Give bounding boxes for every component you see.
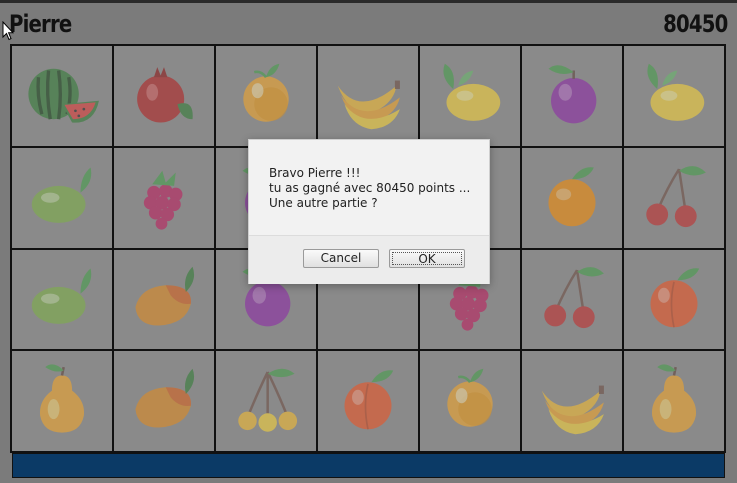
board-cell[interactable] — [521, 45, 623, 147]
board-cell[interactable] — [113, 350, 215, 452]
apricot-icon — [224, 52, 308, 140]
top-border — [0, 0, 737, 3]
board-cell[interactable] — [11, 350, 113, 452]
board-cell[interactable] — [317, 350, 419, 452]
mango-icon — [122, 357, 206, 445]
player-name: Pierre — [9, 10, 72, 38]
board-cell[interactable] — [317, 45, 419, 147]
cancel-button[interactable]: Cancel — [303, 249, 379, 268]
dialog-line-2: tu as gagné avec 80450 points ... — [269, 181, 471, 195]
dialog-footer: Cancel OK — [249, 235, 489, 284]
lemon-icon — [428, 52, 512, 140]
board-cell[interactable] — [215, 45, 317, 147]
peach-icon — [326, 357, 410, 445]
board-cell[interactable] — [11, 146, 113, 249]
plum-icon — [530, 52, 614, 140]
banana-icon — [326, 52, 410, 140]
orange-icon — [530, 154, 614, 242]
dialog-line-3: Une autre partie ? — [269, 196, 378, 210]
lime-icon — [20, 255, 104, 343]
dialog-message: Bravo Pierre !!! tu as gagné avec 80450 … — [249, 140, 489, 234]
pear-icon — [632, 357, 716, 445]
board-cell[interactable] — [521, 350, 623, 452]
board-cell[interactable] — [623, 45, 725, 147]
pear-icon — [20, 357, 104, 445]
lemon-icon — [632, 52, 716, 140]
watermelon-icon — [20, 52, 104, 140]
yellow-cherry-icon — [224, 357, 308, 445]
board-cell[interactable] — [623, 146, 725, 249]
mouse-cursor-icon — [2, 21, 14, 41]
dialog-line-1: Bravo Pierre !!! — [269, 166, 361, 180]
mango-icon — [122, 255, 206, 343]
board-cell[interactable] — [11, 45, 113, 147]
board-cell[interactable] — [419, 350, 521, 452]
cherry-icon — [632, 154, 716, 242]
board-cell[interactable] — [623, 350, 725, 452]
board-cell[interactable] — [113, 45, 215, 147]
ok-button-label: OK — [392, 252, 462, 266]
board-cell[interactable] — [521, 146, 623, 249]
ok-button[interactable]: OK — [389, 249, 465, 268]
board-cell[interactable] — [215, 350, 317, 452]
peach-icon — [632, 255, 716, 343]
board-cell[interactable] — [623, 248, 725, 351]
confirm-dialog: Bravo Pierre !!! tu as gagné avec 80450 … — [248, 139, 490, 284]
board-cell[interactable] — [11, 248, 113, 351]
board-cell[interactable] — [113, 146, 215, 249]
raspberry-icon — [122, 154, 206, 242]
lime-icon — [20, 154, 104, 242]
board-cell[interactable] — [113, 248, 215, 351]
pomegranate-icon — [122, 52, 206, 140]
board-cell[interactable] — [419, 45, 521, 147]
board-cell[interactable] — [521, 248, 623, 351]
apricot-icon — [428, 357, 512, 445]
banana-icon — [530, 357, 614, 445]
progress-bar — [12, 453, 725, 478]
cherry-icon — [530, 255, 614, 343]
score-value: 80450 — [662, 10, 728, 38]
